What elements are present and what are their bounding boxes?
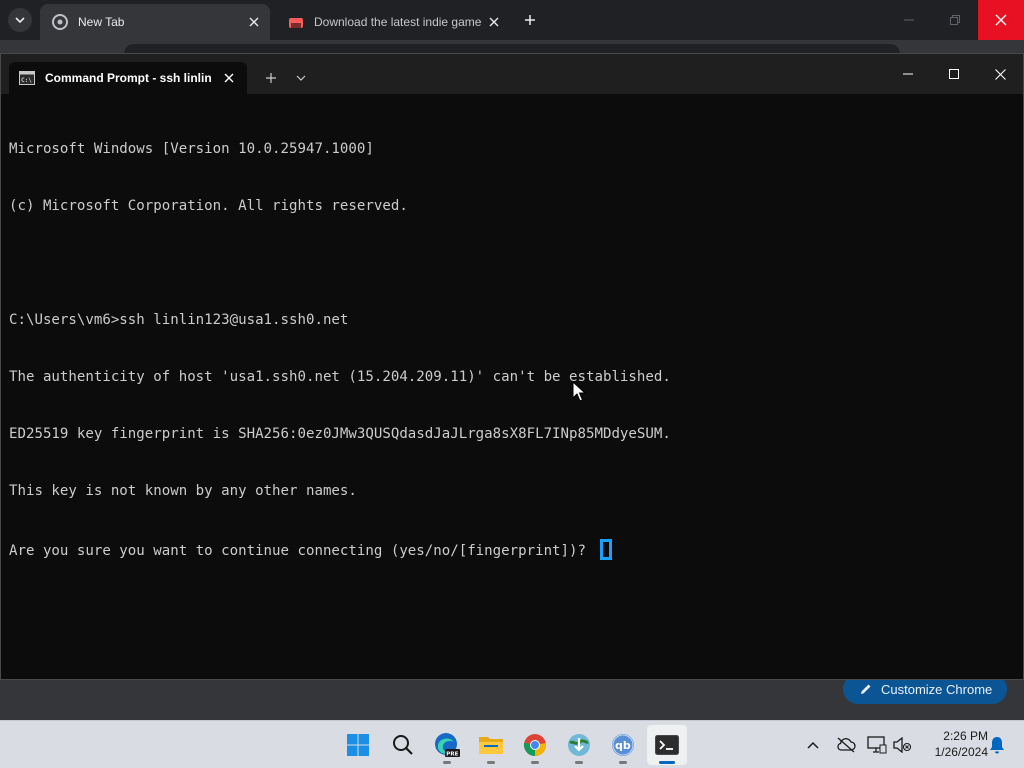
plus-icon (266, 73, 276, 83)
running-indicator (443, 761, 451, 764)
terminal-prompt-text: Are you sure you want to continue connec… (9, 543, 595, 559)
speaker-muted-icon (893, 737, 912, 753)
terminal-titlebar[interactable]: C:\ Command Prompt - ssh linlin (1, 54, 1023, 94)
tray-overflow-button[interactable] (801, 733, 825, 757)
installer-globe-icon (568, 734, 590, 756)
close-icon[interactable] (246, 14, 262, 30)
minimize-icon (904, 19, 914, 21)
svg-text:qb: qb (615, 739, 631, 752)
restore-icon (950, 15, 960, 25)
chevron-down-icon (15, 17, 25, 24)
terminal-tab-command-prompt[interactable]: C:\ Command Prompt - ssh linlin (9, 62, 247, 94)
tray-network[interactable] (865, 733, 889, 757)
tray-volume[interactable] (890, 733, 914, 757)
terminal-output[interactable]: Microsoft Windows [Version 10.0.25947.10… (9, 102, 1009, 672)
taskbar-clock[interactable]: 2:26 PM 1/26/2024 (918, 728, 988, 760)
chrome-tab-new-tab[interactable]: New Tab (40, 4, 270, 40)
close-icon[interactable] (486, 14, 502, 30)
taskbar-qbittorrent[interactable]: qb (603, 725, 643, 765)
mouse-pointer-icon (572, 381, 586, 402)
svg-text:C:\: C:\ (21, 77, 32, 84)
chrome-tabstrip: New Tab Download the latest indie game (0, 0, 1024, 40)
taskbar-installer[interactable] (559, 725, 599, 765)
new-tab-button[interactable] (518, 10, 542, 30)
terminal-line: ED25519 key fingerprint is SHA256:0ez0JM… (9, 426, 671, 442)
chrome-tab-title: Download the latest indie game (314, 15, 482, 29)
terminal-minimize-button[interactable] (885, 54, 931, 94)
close-icon (994, 68, 1006, 80)
tray-notifications[interactable] (985, 733, 1009, 757)
taskbar-file-explorer[interactable] (471, 725, 511, 765)
taskbar-start-button[interactable] (338, 725, 378, 765)
store-favicon-icon (289, 18, 303, 28)
close-icon (995, 14, 1007, 26)
chevron-down-icon (296, 75, 306, 81)
terminal-line: C:\Users\vm6>ssh linlin123@usa1.ssh0.net (9, 312, 349, 328)
clock-date: 1/26/2024 (934, 745, 988, 759)
minimize-icon (903, 73, 913, 75)
terminal-icon (655, 735, 679, 755)
edge-beta-badge: PRE (446, 752, 458, 758)
cloud-offline-icon (837, 737, 856, 753)
chrome-logo-icon (52, 14, 68, 30)
tray-onedrive[interactable] (834, 733, 858, 757)
running-indicator (619, 761, 627, 764)
chrome-restore-button[interactable] (932, 0, 978, 40)
bell-icon (990, 737, 1004, 754)
taskbar-chrome[interactable] (515, 725, 555, 765)
terminal-window[interactable]: C:\ Command Prompt - ssh linlin Microsof… (0, 53, 1024, 680)
terminal-line: (c) Microsoft Corporation. All rights re… (9, 198, 408, 214)
terminal-line: The authenticity of host 'usa1.ssh0.net … (9, 369, 671, 385)
terminal-close-button[interactable] (977, 54, 1023, 94)
terminal-maximize-button[interactable] (931, 54, 977, 94)
chrome-close-button[interactable] (978, 0, 1024, 40)
taskbar-terminal[interactable] (647, 725, 687, 765)
windows-logo-icon (347, 734, 369, 756)
maximize-icon (949, 69, 959, 79)
pencil-icon (861, 684, 871, 694)
terminal-prompt-line: Are you sure you want to continue connec… (9, 539, 1009, 560)
customize-chrome-label: Customize Chrome (881, 681, 993, 697)
taskbar-edge-beta[interactable]: PRE (427, 725, 467, 765)
taskbar-search-button[interactable] (383, 725, 423, 765)
terminal-line: Microsoft Windows [Version 10.0.25947.10… (9, 141, 374, 157)
tab-search-button[interactable] (8, 8, 32, 32)
close-icon[interactable] (221, 70, 237, 86)
folder-icon (479, 737, 503, 754)
terminal-tab-title: Command Prompt - ssh linlin (45, 71, 212, 85)
command-prompt-icon: C:\ (19, 71, 35, 85)
running-indicator (487, 761, 495, 764)
chrome-logo-icon (523, 734, 546, 756)
terminal-new-tab-button[interactable] (259, 66, 283, 90)
plus-icon (525, 15, 535, 25)
taskbar: PRE qb 2:26 PM 1/26/2024 (0, 720, 1024, 768)
chrome-minimize-button[interactable] (886, 0, 932, 40)
edge-browser-icon: PRE (435, 733, 460, 758)
chevron-up-icon (807, 741, 819, 749)
network-monitor-icon (867, 736, 887, 754)
chrome-tab-title: New Tab (78, 15, 125, 29)
qbittorrent-icon: qb (612, 734, 634, 756)
running-indicator (531, 761, 539, 764)
terminal-line: This key is not known by any other names… (9, 483, 357, 499)
active-indicator (659, 761, 675, 764)
chrome-tab-indie-games[interactable]: Download the latest indie game (276, 4, 510, 40)
text-cursor[interactable] (600, 539, 613, 560)
search-icon (393, 735, 413, 755)
clock-time: 2:26 PM (943, 729, 988, 743)
terminal-profiles-dropdown[interactable] (289, 66, 313, 90)
running-indicator (575, 761, 583, 764)
